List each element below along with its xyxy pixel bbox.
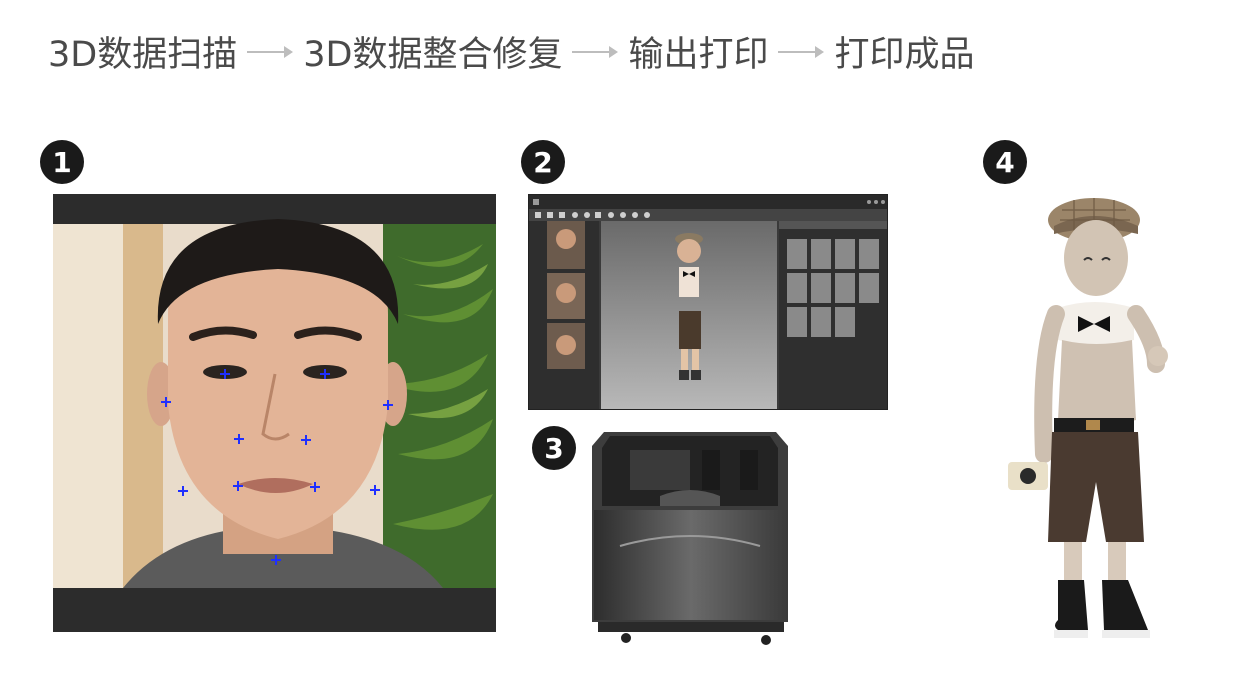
figure-illustration [1008,198,1168,638]
arrow-right-icon [778,41,825,61]
process-flow-header: 3D数据扫描 3D数据整合修复 输出打印 打印成品 [48,26,975,76]
step-label-scan: 3D数据扫描 [48,34,238,75]
printer-illustration [592,432,788,645]
step-badge-1: 1 [40,140,84,184]
face-scan-illustration [53,194,496,632]
arrow-right-icon [572,41,619,61]
step-badge-4: 4 [983,140,1027,184]
printed-figure-image [1002,190,1182,658]
software-illustration [529,195,887,409]
modeling-software-window [528,194,888,410]
arrow-right-icon [247,41,294,61]
3d-printer-image [590,426,794,650]
step-badge-3: 3 [532,426,576,470]
step-label-print: 输出打印 [628,34,769,75]
step-label-repair: 3D数据整合修复 [303,34,563,75]
step-badge-2: 2 [521,140,565,184]
face-scan-image [53,194,496,632]
step-label-product: 打印成品 [834,34,975,75]
